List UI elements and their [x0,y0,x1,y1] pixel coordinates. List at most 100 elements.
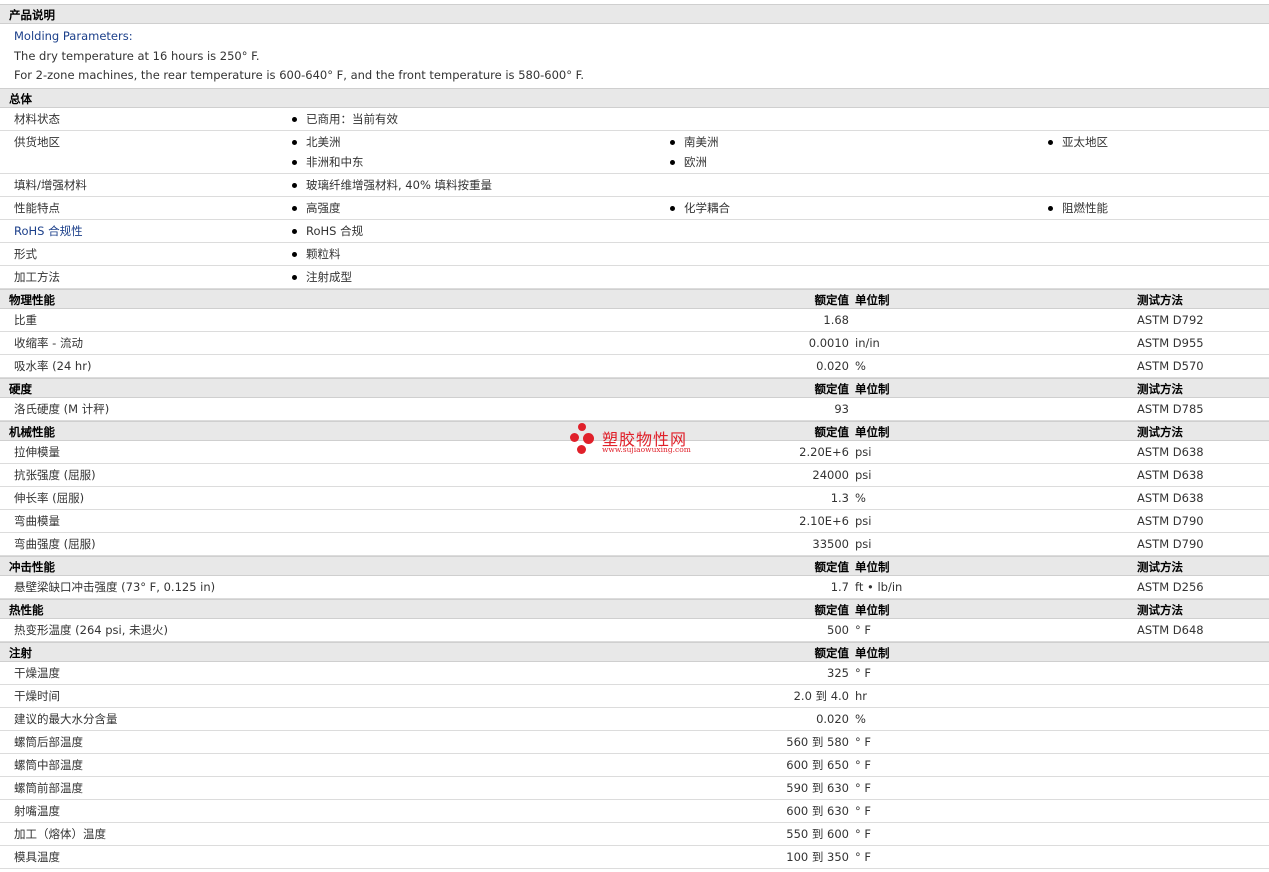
property-unit: ° F [855,665,872,680]
col-header-unit: 单位制 [855,424,890,439]
property-unit: psi [855,467,872,482]
bullet-item: 亚太地区 [1046,131,1108,153]
property-unit: ° F [855,734,872,749]
property-method: ASTM D638 [1137,444,1204,459]
general-row: 材料状态 已商用：当前有效 [0,108,1269,131]
bullet-item: 注射成型 [290,266,352,288]
section-title: 产品说明 [9,8,55,22]
property-unit: ° F [855,803,872,818]
general-rows: 材料状态 已商用：当前有效 供货地区 北美洲 南美洲 亚太地区 非洲和中东 欧洲 填料/增强材料… [0,108,1269,289]
row-label: 供货地区 [14,134,60,149]
property-value: 325 [827,665,849,680]
property-row: 螺筒前部温度 590 到 630 ° F [0,777,1269,800]
description-line: For 2-zone machines, the rear temperatur… [14,68,585,82]
property-label: 吸水率 (24 hr) [14,358,92,373]
col-header-value: 额定值 [814,559,850,574]
property-row: 伸长率 (屈服) 1.3% ASTM D638 [0,487,1269,510]
bullet-item: 高强度 [290,197,341,219]
property-label: 洛氏硬度 (M 计秤) [14,401,110,416]
section-title: 冲击性能 [9,559,55,574]
property-label: 弯曲强度 (屈服) [14,536,96,551]
col-header-unit: 单位制 [855,292,890,307]
property-unit: ° F [855,780,872,795]
bullet-item: 北美洲 [290,131,341,153]
logo-dot-icon [583,433,594,444]
property-label: 螺筒前部温度 [14,780,83,795]
datasheet: 产品说明 Molding Parameters: The dry tempera… [0,4,1269,869]
col-header-unit: 单位制 [855,381,890,396]
property-method: ASTM D570 [1137,358,1204,373]
property-unit: % [855,490,866,505]
description-line: The dry temperature at 16 hours is 250° … [14,48,260,63]
property-value: 2.20E+6 [799,444,849,459]
property-unit: psi [855,536,872,551]
general-row: 供货地区 北美洲 南美洲 亚太地区 非洲和中东 欧洲 [0,131,1269,174]
bullet-item: 颗粒料 [290,243,341,265]
col-header-unit: 单位制 [855,645,890,660]
col-header-method: 测试方法 [1137,559,1183,574]
section-title: 热性能 [9,602,44,617]
section-title: 硬度 [9,381,32,396]
row-label: 填料/增强材料 [14,177,87,192]
property-method: ASTM D638 [1137,490,1204,505]
col-header-method: 测试方法 [1137,602,1183,617]
property-row: 模具温度 100 到 350 ° F [0,846,1269,869]
bullet-item: 欧洲 [668,151,707,173]
watermark-url: www.sujiaowuxing.com [602,445,691,454]
property-unit: ° F [855,849,872,864]
property-label: 热变形温度 (264 psi, 未退火) [14,622,169,637]
property-unit: ft • lb/in [855,579,903,594]
property-value: 550 到 600 [786,826,849,841]
property-label: 抗张强度 (屈服) [14,467,96,482]
property-value: 2.0 到 4.0 [793,688,849,703]
property-value: 600 到 630 [786,803,849,818]
property-value: 0.0010 [808,335,849,350]
property-value: 33500 [812,536,849,551]
property-unit: ° F [855,622,872,637]
property-method: ASTM D790 [1137,513,1204,528]
property-row: 洛氏硬度 (M 计秤) 93 ASTM D785 [0,398,1269,421]
property-row: 收缩率 - 流动 0.0010 in/in ASTM D955 [0,332,1269,355]
property-row: 悬壁梁缺口冲击强度 (73° F, 0.125 in) 1.7 ft • lb/in… [0,576,1269,599]
property-label: 模具温度 [14,849,60,864]
bullet-item: 已商用：当前有效 [290,108,398,130]
property-value: 1.3 [830,490,849,505]
logo-dot-icon [577,445,586,454]
section-header: 注射 额定值 单位制 [0,641,1269,662]
property-sections: 物理性能 额定值 单位制 测试方法 比重 1.68 ASTM D792 收缩率 - 流动 0.0… [0,288,1269,869]
col-header-method: 测试方法 [1137,424,1183,439]
bullet-item: 化学耦合 [668,197,730,219]
section-title: 总体 [9,91,32,106]
section-header: 冲击性能 额定值 单位制 测试方法 [0,555,1269,576]
section-header: 热性能 额定值 单位制 测试方法 [0,598,1269,619]
col-header-value: 额定值 [814,602,850,617]
property-label: 射嘴温度 [14,803,60,818]
property-row: 干燥温度 325 ° F [0,662,1269,685]
description-line: Molding Parameters: [14,29,133,43]
property-label: 干燥温度 [14,665,60,680]
general-row: 加工方法 注射成型 [0,266,1269,289]
property-row: 螺筒后部温度 560 到 580 ° F [0,731,1269,754]
row-label: 形式 [14,246,37,261]
property-value: 0.020 [816,711,849,726]
property-unit: % [855,711,866,726]
watermark-logo: 塑胶物性网 www.sujiaowuxing.com [570,423,710,459]
property-unit: psi [855,444,872,459]
property-value: 24000 [812,467,849,482]
property-row: 建议的最大水分含量 0.020% [0,708,1269,731]
row-label: 性能特点 [14,200,60,215]
property-label: 加工（熔体）温度 [14,826,106,841]
property-value: 1.7 [830,579,849,594]
property-value: 590 到 630 [786,780,849,795]
property-label: 比重 [14,312,37,327]
property-label: 伸长率 (屈服) [14,490,85,505]
property-unit: in/in [855,335,880,350]
bullet-item: 南美洲 [668,131,719,153]
section-title: 机械性能 [9,424,55,439]
property-row: 加工（熔体）温度 550 到 600 ° F [0,823,1269,846]
section-title: 注射 [9,645,32,660]
property-label: 拉伸模量 [14,444,60,459]
property-method: ASTM D638 [1137,467,1204,482]
property-method: ASTM D955 [1137,335,1204,350]
bullet-item: 玻璃纤维增强材料, 40% 填料按重量 [290,174,492,196]
